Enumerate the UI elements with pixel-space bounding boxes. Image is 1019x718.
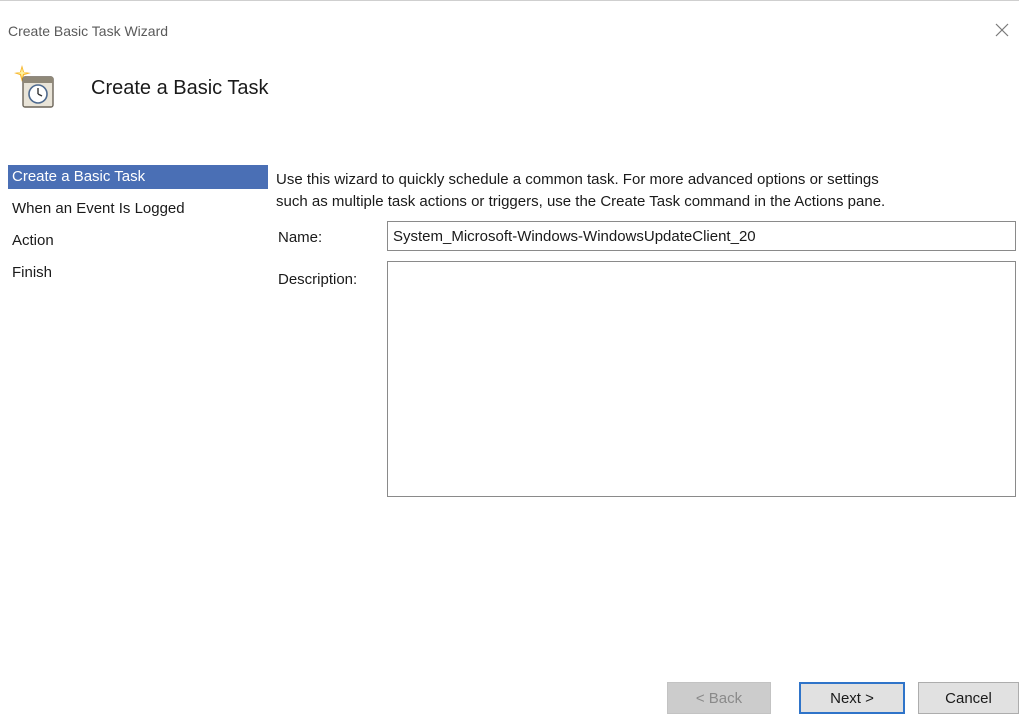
close-button[interactable] — [987, 15, 1017, 45]
page-title: Create a Basic Task — [91, 77, 269, 99]
clock-icon — [14, 65, 54, 108]
next-button[interactable]: Next > — [799, 682, 905, 714]
step-label: Action — [12, 232, 54, 249]
step-finish[interactable]: Finish — [8, 261, 268, 293]
wizard-window: Create Basic Task Wizard Create a Basic … — [0, 0, 1019, 717]
description-field[interactable] — [387, 261, 1016, 497]
wizard-content: Use this wizard to quickly schedule a co… — [276, 165, 1016, 497]
back-button[interactable]: < Back — [667, 682, 771, 714]
name-label: Name: — [278, 229, 323, 246]
intro-text: Use this wizard to quickly schedule a co… — [276, 169, 1016, 213]
description-label: Description: — [278, 271, 358, 288]
intro-line-1: Use this wizard to quickly schedule a co… — [276, 171, 879, 188]
step-label: Create a Basic Task — [12, 168, 146, 185]
close-icon — [995, 23, 1009, 37]
wizard-header: Create a Basic Task — [0, 61, 1019, 121]
step-action[interactable]: Action — [8, 229, 268, 261]
name-field[interactable] — [387, 221, 1016, 251]
step-create-basic-task[interactable]: Create a Basic Task — [8, 165, 268, 189]
title-bar: Create Basic Task Wizard — [0, 1, 1019, 61]
window-title: Create Basic Task Wizard — [8, 23, 169, 39]
step-when-event-logged[interactable]: When an Event Is Logged — [8, 197, 268, 229]
cancel-button[interactable]: Cancel — [918, 682, 1019, 714]
step-label: When an Event Is Logged — [12, 200, 185, 217]
wizard-footer: < Back Next > Cancel — [0, 651, 1019, 718]
wizard-steps: Create a Basic Task When an Event Is Log… — [8, 165, 268, 293]
intro-line-2: such as multiple task actions or trigger… — [276, 193, 886, 210]
step-label: Finish — [12, 264, 53, 281]
